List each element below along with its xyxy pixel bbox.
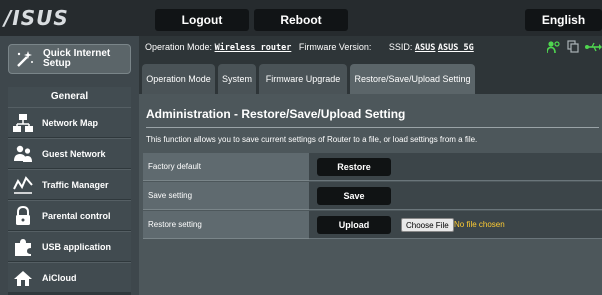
copy-status-icon — [567, 40, 579, 53]
sidebar-item-traffic-manager[interactable]: Traffic Manager — [8, 169, 131, 199]
tab-restore-save-upload[interactable]: Restore/Save/Upload Setting — [350, 64, 475, 94]
tab-system[interactable]: System — [218, 64, 256, 94]
restore-setting-row: Restore setting Upload Choose File No fi… — [143, 211, 602, 239]
logout-button[interactable]: Logout — [155, 9, 249, 31]
client-status-icon — [547, 41, 560, 54]
quick-setup-label: Quick Internet Setup — [43, 48, 111, 69]
factory-default-row: Factory default Restore — [143, 153, 602, 181]
sidebar-item-label: Parental control — [42, 211, 111, 221]
language-button[interactable]: English — [525, 9, 602, 31]
content-panel: Administration - Restore/Save/Upload Set… — [139, 94, 602, 295]
sidebar-menu: General Network Map Guest Network Traffi… — [8, 87, 131, 295]
status-line: Operation Mode: Wireless router Firmware… — [145, 41, 474, 54]
save-button[interactable]: Save — [317, 187, 391, 205]
sidebar-item-label: AiCloud — [42, 273, 77, 283]
upload-button[interactable]: Upload — [317, 216, 391, 234]
ssid-link-24g[interactable]: ASUS — [415, 43, 435, 53]
operation-mode-label: Operation Mode: — [145, 42, 213, 52]
tab-bar: Operation Mode System Firmware Upgrade R… — [139, 64, 602, 94]
factory-default-label: Factory default — [143, 153, 309, 181]
top-bar: /ISUS Logout Reboot English — [0, 0, 602, 36]
sidebar-item-label: Traffic Manager — [42, 180, 109, 190]
page-title: Administration - Restore/Save/Upload Set… — [146, 107, 406, 121]
ssid-label: SSID: — [388, 42, 413, 52]
asus-logo: /ISUS — [4, 6, 69, 30]
guest-network-icon — [13, 144, 33, 164]
cloud-home-icon — [13, 268, 33, 288]
sidebar-item-usb-application[interactable]: USB application — [8, 231, 131, 261]
traffic-manager-icon — [13, 175, 33, 195]
sidebar-item-network-map[interactable]: Network Map — [8, 107, 131, 137]
ssid-link-5g[interactable]: ASUS_5G — [438, 43, 474, 53]
sidebar-item-label: USB application — [42, 242, 112, 252]
network-map-icon — [13, 113, 33, 133]
page-description: This function allows you to save current… — [146, 135, 478, 144]
firmware-version-label: Firmware Version: — [298, 42, 372, 52]
restore-setting-label: Restore setting — [143, 211, 309, 239]
quick-internet-setup-button[interactable]: Quick Internet Setup — [8, 44, 131, 74]
main-panel: Operation Mode: Wireless router Firmware… — [139, 36, 602, 295]
sidebar-item-aicloud[interactable]: AiCloud — [8, 262, 131, 292]
magic-wand-icon — [14, 49, 34, 69]
usb-status-icon — [585, 42, 602, 52]
reboot-button[interactable]: Reboot — [254, 9, 348, 31]
choose-file-button[interactable]: Choose File — [401, 218, 454, 232]
lock-icon — [13, 206, 33, 226]
tab-operation-mode[interactable]: Operation Mode — [142, 64, 215, 94]
no-file-chosen-text: No file chosen — [454, 220, 505, 229]
sidebar-item-label: Network Map — [42, 118, 99, 128]
operation-mode-link[interactable]: Wireless router — [215, 43, 292, 53]
save-setting-label: Save setting — [143, 182, 309, 210]
sidebar-section-general: General — [8, 87, 131, 107]
save-setting-row: Save setting Save — [143, 182, 602, 210]
puzzle-icon — [13, 237, 33, 257]
title-divider — [146, 127, 599, 128]
sidebar-item-guest-network[interactable]: Guest Network — [8, 138, 131, 168]
sidebar-item-label: Guest Network — [42, 149, 106, 159]
tab-firmware-upgrade[interactable]: Firmware Upgrade — [259, 64, 347, 94]
sidebar-item-parental-control[interactable]: Parental control — [8, 200, 131, 230]
status-icons — [547, 40, 602, 54]
restore-button[interactable]: Restore — [317, 158, 391, 176]
